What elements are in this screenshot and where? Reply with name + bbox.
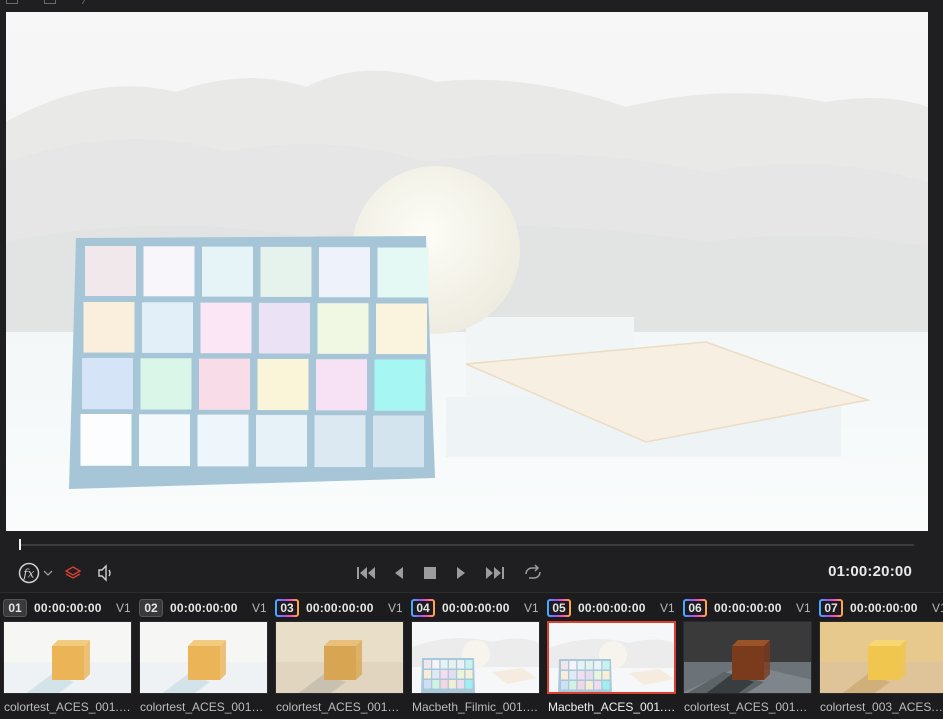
clip-name: colortest_ACES_001_log.exr [276,700,404,714]
timecode-display: 01:00:20:00 [828,563,912,580]
clip-number: 02 [139,599,163,617]
clip-name: Macbeth_Filmic_001.exr [412,700,540,714]
svg-text:fx: fx [22,567,34,581]
clip-name: colortest_ACES_001.exr [4,700,132,714]
checker-patch [200,302,252,354]
loop-icon[interactable] [521,561,545,585]
clip-number: 06 [683,599,707,617]
skip-to-start-icon[interactable] [354,561,378,585]
clip-thumbnail[interactable]: 05 00:00:00:00 V1 Macbeth_ACES_001.exr [545,598,676,719]
clip-track: V1 [524,601,539,615]
checker-patch [199,358,250,410]
clip-thumbnail[interactable]: 01 00:00:00:00 V1 colortest_ACES_001.exr [1,598,132,719]
checker-patch [83,302,135,353]
clip-preview-image[interactable] [139,621,268,694]
clip-number: 07 [819,599,843,617]
stop-icon[interactable] [421,561,439,585]
clip-header: 05 00:00:00:00 V1 [545,598,675,618]
play-reverse-icon[interactable] [390,561,408,585]
checker-patch [374,359,426,411]
checker-patch [314,415,366,467]
clip-timecode: 00:00:00:00 [850,601,918,615]
viewer-frame-image [6,12,928,531]
clip-thumbnail[interactable]: 04 00:00:00:00 V1 Macbeth_Filmic_001.exr [409,598,540,719]
clip-thumbnail[interactable]: 07 00:00:00:00 V1 colortest_003_ACES.exr [817,598,943,719]
clip-header: 03 00:00:00:00 V1 [273,598,403,618]
clip-track: V1 [388,601,403,615]
checker-patch [259,302,310,354]
clip-timecode: 00:00:00:00 [442,601,510,615]
clip-thumbnail[interactable]: 03 00:00:00:00 V1 colortest_ACES_001_log… [273,598,404,719]
clip-preview-image[interactable] [411,621,540,694]
checker-patch [85,246,136,296]
video-viewer[interactable] [6,12,928,531]
clip-name: colortest_ACES_001_sRGB.exr [140,700,268,714]
clip-thumbnail-timeline: 01 00:00:00:00 V1 colortest_ACES_001.exr… [0,592,943,719]
transport-controls: fx 01:00:20:00 [0,558,943,588]
checker-patch [143,246,195,297]
clip-name: colortest_ACES_001_linear.exr [684,700,812,714]
clip-header: 01 00:00:00:00 V1 [1,598,131,618]
clip-preview-image[interactable] [819,621,943,694]
volume-icon[interactable] [95,561,117,585]
clip-timecode: 00:00:00:00 [306,601,374,615]
clip-timecode: 00:00:00:00 [578,601,646,615]
layout-icon[interactable] [6,0,18,4]
checker-patch [142,302,193,353]
clip-preview-image[interactable] [275,621,404,694]
clip-timecode: 00:00:00:00 [714,601,782,615]
chevron-down-icon[interactable] [43,561,53,585]
clip-track: V1 [796,601,811,615]
clip-timecode: 00:00:00:00 [170,601,238,615]
clip-header: 06 00:00:00:00 V1 [681,598,811,618]
checker-patch [202,246,253,297]
checker-patch [260,246,312,297]
clip-number: 01 [3,599,27,617]
play-icon[interactable] [452,561,470,585]
clip-header: 07 00:00:00:00 V1 [817,598,943,618]
checker-patch [317,303,369,354]
clip-number: 04 [411,599,435,617]
clip-name: colortest_003_ACES.exr [820,700,943,714]
clip-thumbnail[interactable]: 02 00:00:00:00 V1 colortest_ACES_001_sRG… [137,598,268,719]
playhead[interactable] [19,539,21,550]
clip-preview-image[interactable] [683,621,812,694]
viewer-mode-icon[interactable] [44,0,56,4]
checker-patch [140,358,192,410]
checker-patch [82,358,133,410]
clip-header: 02 00:00:00:00 V1 [137,598,267,618]
clip-header: 04 00:00:00:00 V1 [409,598,539,618]
checker-patch [373,415,424,468]
checker-patch [257,358,309,411]
clip-track: V1 [932,601,943,615]
transform-icon[interactable] [81,0,99,4]
clip-number: 03 [275,599,299,617]
checker-patch [256,414,307,467]
clip-preview-image[interactable] [547,621,676,694]
clip-track: V1 [660,601,675,615]
checker-patch [376,303,427,355]
checker-patch [316,359,367,411]
fx-icon[interactable]: fx [17,561,41,585]
checker-patch [139,414,190,467]
checker-patch [377,247,429,298]
checker-patch [197,414,249,467]
checker-patch [80,414,132,466]
clip-track: V1 [252,601,267,615]
skip-to-end-icon[interactable] [483,561,507,585]
clip-track: V1 [116,601,131,615]
clip-thumbnail[interactable]: 06 00:00:00:00 V1 colortest_ACES_001_lin… [681,598,812,719]
clip-name: Macbeth_ACES_001.exr [548,700,676,714]
checker-patch [319,247,370,298]
clip-preview-image[interactable] [3,621,132,694]
layers-icon[interactable] [63,561,83,585]
clip-timecode: 00:00:00:00 [34,601,102,615]
top-toolbar-strip [0,0,943,12]
timeline-scrubber[interactable] [20,544,914,546]
clip-number: 05 [547,599,571,617]
